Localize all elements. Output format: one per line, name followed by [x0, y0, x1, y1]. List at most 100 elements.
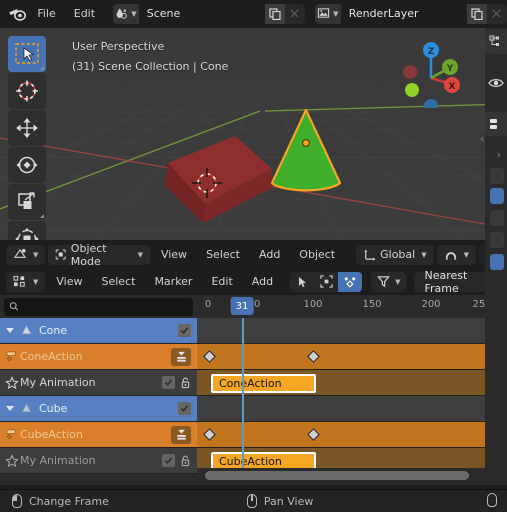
property-tab-modifier[interactable]: [490, 232, 504, 248]
property-tab-active[interactable]: [490, 188, 504, 204]
triangle-down-icon[interactable]: [6, 406, 14, 411]
channel-row-coneaction[interactable]: ConeAction: [0, 344, 197, 370]
channel-row-my-animation-cone[interactable]: My Animation: [0, 370, 197, 396]
scrollbar-thumb[interactable]: [205, 471, 469, 480]
action-strip-cubeaction[interactable]: CubeAction: [211, 452, 316, 468]
channel-row-my-animation-cube[interactable]: My Animation: [0, 448, 197, 474]
tweak-select-tool[interactable]: [8, 36, 46, 72]
move-tool[interactable]: [8, 110, 46, 146]
view-layer-icon[interactable]: ▼: [315, 3, 341, 24]
cursor-tool[interactable]: [8, 73, 46, 109]
navigation-gizmo[interactable]: Z Y X: [395, 36, 467, 108]
panel-expand-arrow-icon[interactable]: ›: [497, 148, 501, 161]
rotate-tool[interactable]: [8, 147, 46, 183]
status-label: Change Frame: [29, 494, 109, 508]
property-tab-render[interactable]: [490, 168, 504, 184]
cursor-toggle[interactable]: [290, 271, 315, 292]
channel-visibility-checkbox[interactable]: [178, 402, 191, 415]
channel-enable-checkbox[interactable]: [162, 376, 175, 389]
dopesheet-menu-edit[interactable]: Edit: [203, 272, 240, 292]
view-layer-unlink-button[interactable]: [486, 3, 507, 24]
menu-file[interactable]: File: [29, 4, 63, 24]
view-layer-name-field[interactable]: RenderLayer: [340, 3, 467, 24]
keyframe-diamond[interactable]: [306, 428, 320, 441]
channel-row-cone[interactable]: Cone: [0, 318, 197, 344]
dopesheet-menu-marker[interactable]: Marker: [146, 272, 200, 292]
object-mode-icon: [56, 249, 67, 260]
channel-search-row: [0, 295, 197, 318]
editor-type-dopesheet-icon[interactable]: ▼: [6, 271, 46, 292]
property-tab-object[interactable]: [490, 210, 504, 226]
view-layer-selector[interactable]: ▼ RenderLayer: [315, 3, 507, 24]
push-down-icon[interactable]: [171, 425, 191, 444]
keyframe-row-my-animation-cube[interactable]: CubeAction: [197, 448, 485, 468]
filter-funnel-icon[interactable]: ▼: [371, 271, 407, 292]
keyframe-diamond[interactable]: [306, 350, 320, 363]
transform-orientation-selector[interactable]: Global ▼: [356, 244, 434, 265]
horizontal-scrollbar[interactable]: [197, 468, 485, 482]
unlocked-icon[interactable]: [180, 455, 191, 467]
action-icon: [5, 428, 18, 441]
blender-logo-icon[interactable]: [6, 4, 27, 24]
channel-row-cubeaction[interactable]: CubeAction: [0, 422, 197, 448]
keyframe-row-cubeaction[interactable]: [197, 422, 485, 448]
panel-collapse-arrow-icon[interactable]: ‹: [480, 132, 484, 145]
3d-viewport[interactable]: User Perspective (31) Scene Collection |…: [0, 28, 507, 240]
channel-enable-checkbox[interactable]: [162, 454, 175, 467]
scene-new-button[interactable]: [264, 3, 285, 24]
viewport-menu-add[interactable]: Add: [251, 245, 288, 265]
keyframe-row-cone[interactable]: [197, 318, 485, 344]
object-mode-selector[interactable]: Object Mode ▼: [48, 242, 150, 268]
channel-label: CubeAction: [20, 428, 83, 441]
scene-selector[interactable]: ▼ Scene: [113, 3, 306, 24]
keyframe-row-coneaction[interactable]: [197, 344, 485, 370]
blender-window: File Edit ▼ Scene ▼ RenderLayer User Per…: [0, 0, 507, 512]
dopesheet-menu-add[interactable]: Add: [244, 272, 281, 292]
menu-edit[interactable]: Edit: [66, 4, 103, 24]
viewport-header: ▼ Object Mode ▼ View Select Add Object G…: [0, 241, 507, 268]
push-down-icon[interactable]: [171, 347, 191, 366]
dopesheet-menu-select[interactable]: Select: [94, 272, 144, 292]
scale-tool[interactable]: [8, 184, 46, 220]
current-frame-badge[interactable]: 31: [230, 297, 254, 315]
eye-icon[interactable]: [488, 76, 504, 93]
cube-object-icon: [20, 402, 33, 415]
outliner-tab-icon[interactable]: [485, 30, 507, 54]
keyframe-row-cube[interactable]: [197, 396, 485, 422]
scene-unlink-button[interactable]: [284, 3, 306, 24]
keyframe-area[interactable]: ConeAction CubeAction: [197, 318, 485, 468]
triangle-down-icon[interactable]: [6, 328, 14, 333]
keyframe-diamond[interactable]: [202, 428, 216, 441]
keyframe-select-toggle[interactable]: [338, 271, 363, 292]
magnet-icon[interactable]: ▼: [436, 244, 476, 265]
search-icon: [9, 302, 19, 311]
view-layer-new-button[interactable]: [466, 3, 487, 24]
box-select-toggle[interactable]: [314, 271, 339, 292]
properties-tab-icon[interactable]: [485, 112, 507, 136]
search-input[interactable]: [23, 301, 188, 312]
action-strip-coneaction[interactable]: ConeAction: [211, 374, 316, 393]
action-icon: [5, 350, 18, 363]
playhead[interactable]: [242, 318, 244, 468]
editor-type-3dview-icon[interactable]: ▼: [6, 244, 46, 265]
transform-tool[interactable]: [8, 221, 46, 240]
unlocked-icon[interactable]: [180, 377, 191, 389]
ruler-tick: 100: [303, 299, 323, 310]
channel-row-cube[interactable]: Cube: [0, 396, 197, 422]
dopesheet-menu-view[interactable]: View: [48, 272, 90, 292]
channel-visibility-checkbox[interactable]: [178, 324, 191, 337]
viewport-menu-view[interactable]: View: [153, 245, 195, 265]
status-bar: Change Frame Pan View: [0, 489, 507, 512]
keyframe-row-my-animation-cone[interactable]: ConeAction: [197, 370, 485, 396]
viewport-menu-object[interactable]: Object: [291, 245, 343, 265]
status-label: Pan View: [263, 494, 314, 508]
viewport-menu-select[interactable]: Select: [198, 245, 248, 265]
scene-name-field[interactable]: Scene: [138, 3, 265, 24]
search-box[interactable]: [4, 297, 193, 316]
keyframe-diamond[interactable]: [202, 350, 216, 363]
gizmo-x-label: X: [449, 82, 456, 92]
channel-label: Cube: [39, 402, 68, 415]
scene-icon[interactable]: ▼: [113, 3, 139, 24]
timeline-ruler[interactable]: 0 50 100 150 200 250 31: [197, 295, 485, 318]
property-tab-material[interactable]: [490, 254, 504, 270]
